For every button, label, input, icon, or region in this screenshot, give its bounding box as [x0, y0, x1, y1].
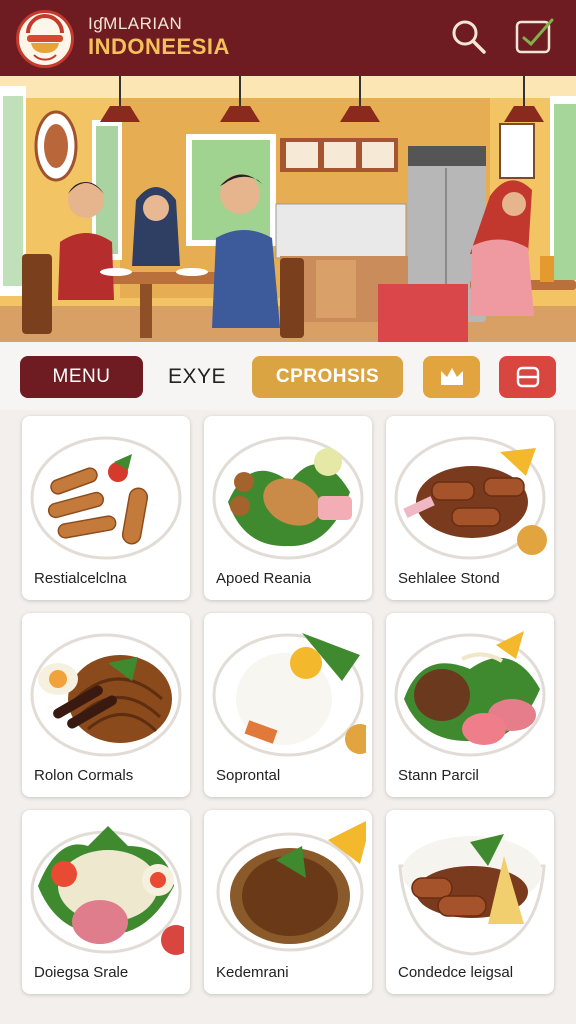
exe-tab-label: EXYE	[167, 365, 227, 388]
promotions-tab[interactable]: CPROHSIS	[252, 356, 403, 398]
dish-name: Sehlalee Stond	[398, 570, 500, 587]
dish-name: Condedce leigsal	[398, 964, 514, 981]
crown-icon	[440, 368, 463, 385]
checklist-icon	[515, 18, 554, 54]
brand-subtitle: IɠMLARIAN	[88, 14, 183, 33]
orders-button[interactable]	[514, 16, 556, 58]
dish-image	[30, 826, 184, 955]
dish-name: Apoed Reania	[216, 570, 312, 587]
exe-tab[interactable]: EXYE	[158, 356, 236, 398]
promotions-tab-label: CPROHSIS	[275, 366, 380, 387]
brand-title: INDONEESIA	[88, 34, 230, 59]
dish-card[interactable]: Rolon Cormals	[22, 613, 190, 797]
search-icon	[452, 20, 486, 54]
dish-name: Restialcelclna	[34, 570, 127, 587]
dish-name: Rolon Cormals	[34, 767, 134, 784]
menu-tab[interactable]: MENU	[20, 356, 143, 398]
search-button[interactable]	[448, 16, 490, 58]
dish-card[interactable]: Soprontal	[204, 613, 372, 797]
dish-image	[216, 821, 366, 952]
restaurant-logo[interactable]	[16, 10, 74, 68]
dish-image	[212, 633, 366, 757]
favorites-button[interactable]	[423, 356, 480, 398]
dish-card[interactable]: Condedce leigsal	[386, 810, 554, 994]
dish-name: Kedemrani	[216, 964, 289, 981]
app-header: IɠMLARIAN INDONEESIA	[0, 0, 576, 76]
list-icon	[516, 366, 539, 388]
dish-card[interactable]: Kedemrani	[204, 810, 372, 994]
dish-name: Soprontal	[216, 767, 281, 784]
dish-image	[394, 631, 546, 757]
dish-card[interactable]: Stann Parcil	[386, 613, 554, 797]
dish-image	[394, 436, 547, 560]
restaurant-hero-illustration	[0, 76, 576, 342]
dish-image	[398, 834, 546, 956]
dish-image	[30, 633, 182, 757]
dish-card[interactable]: Doiegsa Srale	[22, 810, 190, 994]
category-filter-bar: MENU EXYE CPROHSIS	[0, 342, 576, 410]
dish-card[interactable]: Apoed Reania	[204, 416, 372, 600]
dish-card[interactable]: Restialcelclna	[22, 416, 190, 600]
dish-card[interactable]: Sehlalee Stond	[386, 416, 554, 600]
list-view-button[interactable]	[499, 356, 556, 398]
dish-image	[212, 436, 364, 560]
dish-name: Doiegsa Srale	[34, 964, 129, 981]
menu-tab-label: MENU	[52, 366, 111, 387]
dish-name: Stann Parcil	[398, 767, 479, 784]
dish-image	[30, 436, 182, 560]
